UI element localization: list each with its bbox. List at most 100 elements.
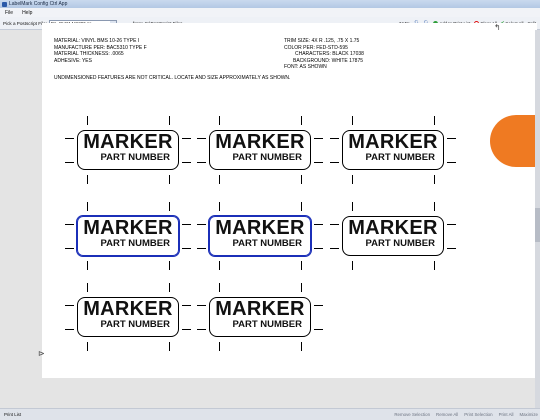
crop-mark: [182, 162, 191, 163]
crop-mark: [219, 342, 220, 351]
crop-mark: [197, 162, 206, 163]
remove-all-button[interactable]: Remove All: [436, 412, 458, 417]
crop-mark: [301, 202, 302, 211]
crop-mark: [301, 342, 302, 351]
part-number-text: PART NUMBER: [232, 238, 303, 249]
part-number-text: PART NUMBER: [232, 152, 303, 163]
crop-mark: [330, 224, 339, 225]
remove-selection-button[interactable]: Remove Selection: [394, 412, 430, 417]
crop-mark: [87, 283, 88, 292]
crop-mark: [219, 202, 220, 211]
crop-mark: [87, 116, 88, 125]
annotation-highlight: [490, 115, 540, 167]
marker-label[interactable]: MARKER PART NUMBER: [77, 130, 179, 170]
marker-title: MARKER: [348, 217, 438, 239]
crop-mark: [169, 261, 170, 270]
title-bar: LabelMark Config Ctrl App: [0, 0, 540, 8]
crop-mark: [197, 248, 206, 249]
crop-mark: [182, 329, 191, 330]
menu-help[interactable]: Help: [22, 10, 32, 16]
crop-mark: [314, 162, 323, 163]
marker-title: MARKER: [83, 298, 173, 320]
crop-mark: [434, 261, 435, 270]
crop-mark: [219, 283, 220, 292]
crop-mark: [197, 138, 206, 139]
part-number-text: PART NUMBER: [232, 319, 303, 330]
spec-characters: CHARACTERS: BLACK 17038: [295, 51, 364, 58]
crop-mark: [219, 116, 220, 125]
pick-file-label: Pick a Postscript File:: [3, 20, 47, 26]
vertical-scrollbar[interactable]: [535, 30, 540, 408]
part-number-text: PART NUMBER: [365, 238, 436, 249]
scrollbar-thumb[interactable]: [535, 208, 540, 242]
crop-mark: [352, 175, 353, 184]
maximize-button[interactable]: Maximize: [519, 412, 538, 417]
crop-mark: [87, 261, 88, 270]
marker-label[interactable]: MARKER PART NUMBER: [209, 130, 311, 170]
crop-mark: [87, 342, 88, 351]
print-selection-button[interactable]: Print Selection: [464, 412, 492, 417]
crop-mark: [65, 162, 74, 163]
spec-adhesive: ADHESIVE: YES: [54, 57, 92, 64]
spec-color-per: COLOR PER: FED-STD-595: [284, 44, 348, 51]
marker-label[interactable]: MARKER PART NUMBER: [77, 297, 179, 337]
crop-mark: [182, 305, 191, 306]
crop-mark: [352, 261, 353, 270]
spec-left-block: MATERIAL: VINYL BMS 10-26 TYPE I MANUFAC…: [54, 38, 147, 64]
crop-mark: [314, 248, 323, 249]
marker-label[interactable]: MARKER PART NUMBER: [76, 215, 180, 257]
marker-title: MARKER: [215, 217, 305, 239]
spec-material: MATERIAL: VINYL BMS 10-26 TYPE I: [54, 38, 140, 44]
menu-bar: File Help: [0, 8, 540, 17]
status-bar: Print List Remove Selection Remove All P…: [0, 408, 540, 420]
spec-note: UNDIMENSIONED FEATURES ARE NOT CRITICAL.…: [54, 75, 291, 81]
triangle-marker-icon: ⊳: [38, 349, 45, 358]
app-icon: [2, 1, 7, 7]
marker-label[interactable]: MARKER PART NUMBER: [342, 216, 444, 256]
crop-mark: [301, 175, 302, 184]
part-number-text: PART NUMBER: [100, 238, 171, 249]
crop-mark: [301, 116, 302, 125]
crop-mark: [65, 305, 74, 306]
crop-mark: [314, 138, 323, 139]
crop-mark: [314, 305, 323, 306]
label-sheet-preview: MATERIAL: VINYL BMS 10-26 TYPE I MANUFAC…: [38, 23, 537, 378]
menu-file[interactable]: File: [5, 10, 13, 16]
crop-mark: [169, 175, 170, 184]
crop-mark: [219, 175, 220, 184]
crop-mark: [301, 261, 302, 270]
part-number-text: PART NUMBER: [100, 152, 171, 163]
crop-mark: [182, 138, 191, 139]
crop-mark: [447, 248, 456, 249]
marker-title: MARKER: [83, 131, 173, 153]
crop-mark: [197, 329, 206, 330]
crop-mark: [182, 248, 191, 249]
crop-mark: [301, 283, 302, 292]
crop-mark: [169, 202, 170, 211]
crop-mark: [87, 175, 88, 184]
crop-mark: [352, 116, 353, 125]
marker-label[interactable]: MARKER PART NUMBER: [208, 215, 312, 257]
marker-title: MARKER: [348, 131, 438, 153]
crop-mark: [182, 224, 191, 225]
crop-mark: [434, 202, 435, 211]
print-list-actions: Remove Selection Remove All Print Select…: [388, 409, 538, 420]
crop-mark: [169, 116, 170, 125]
crop-mark: [352, 202, 353, 211]
crop-mark: [447, 138, 456, 139]
part-number-text: PART NUMBER: [100, 319, 171, 330]
crop-mark: [197, 305, 206, 306]
crop-mark: [219, 261, 220, 270]
spec-right-block: TRIM SIZE: 4X R .125, .75 X 1.75 COLOR P…: [284, 38, 364, 71]
crop-mark: [314, 329, 323, 330]
print-all-button[interactable]: Print All: [499, 412, 514, 417]
marker-title: MARKER: [215, 298, 305, 320]
marker-label[interactable]: MARKER PART NUMBER: [209, 297, 311, 337]
crop-mark: [434, 175, 435, 184]
spec-font: FONT: AS SHOWN: [284, 64, 327, 71]
marker-label[interactable]: MARKER PART NUMBER: [342, 130, 444, 170]
crop-mark: [314, 224, 323, 225]
crop-mark: [434, 116, 435, 125]
crop-mark: [330, 138, 339, 139]
crop-mark: [330, 162, 339, 163]
